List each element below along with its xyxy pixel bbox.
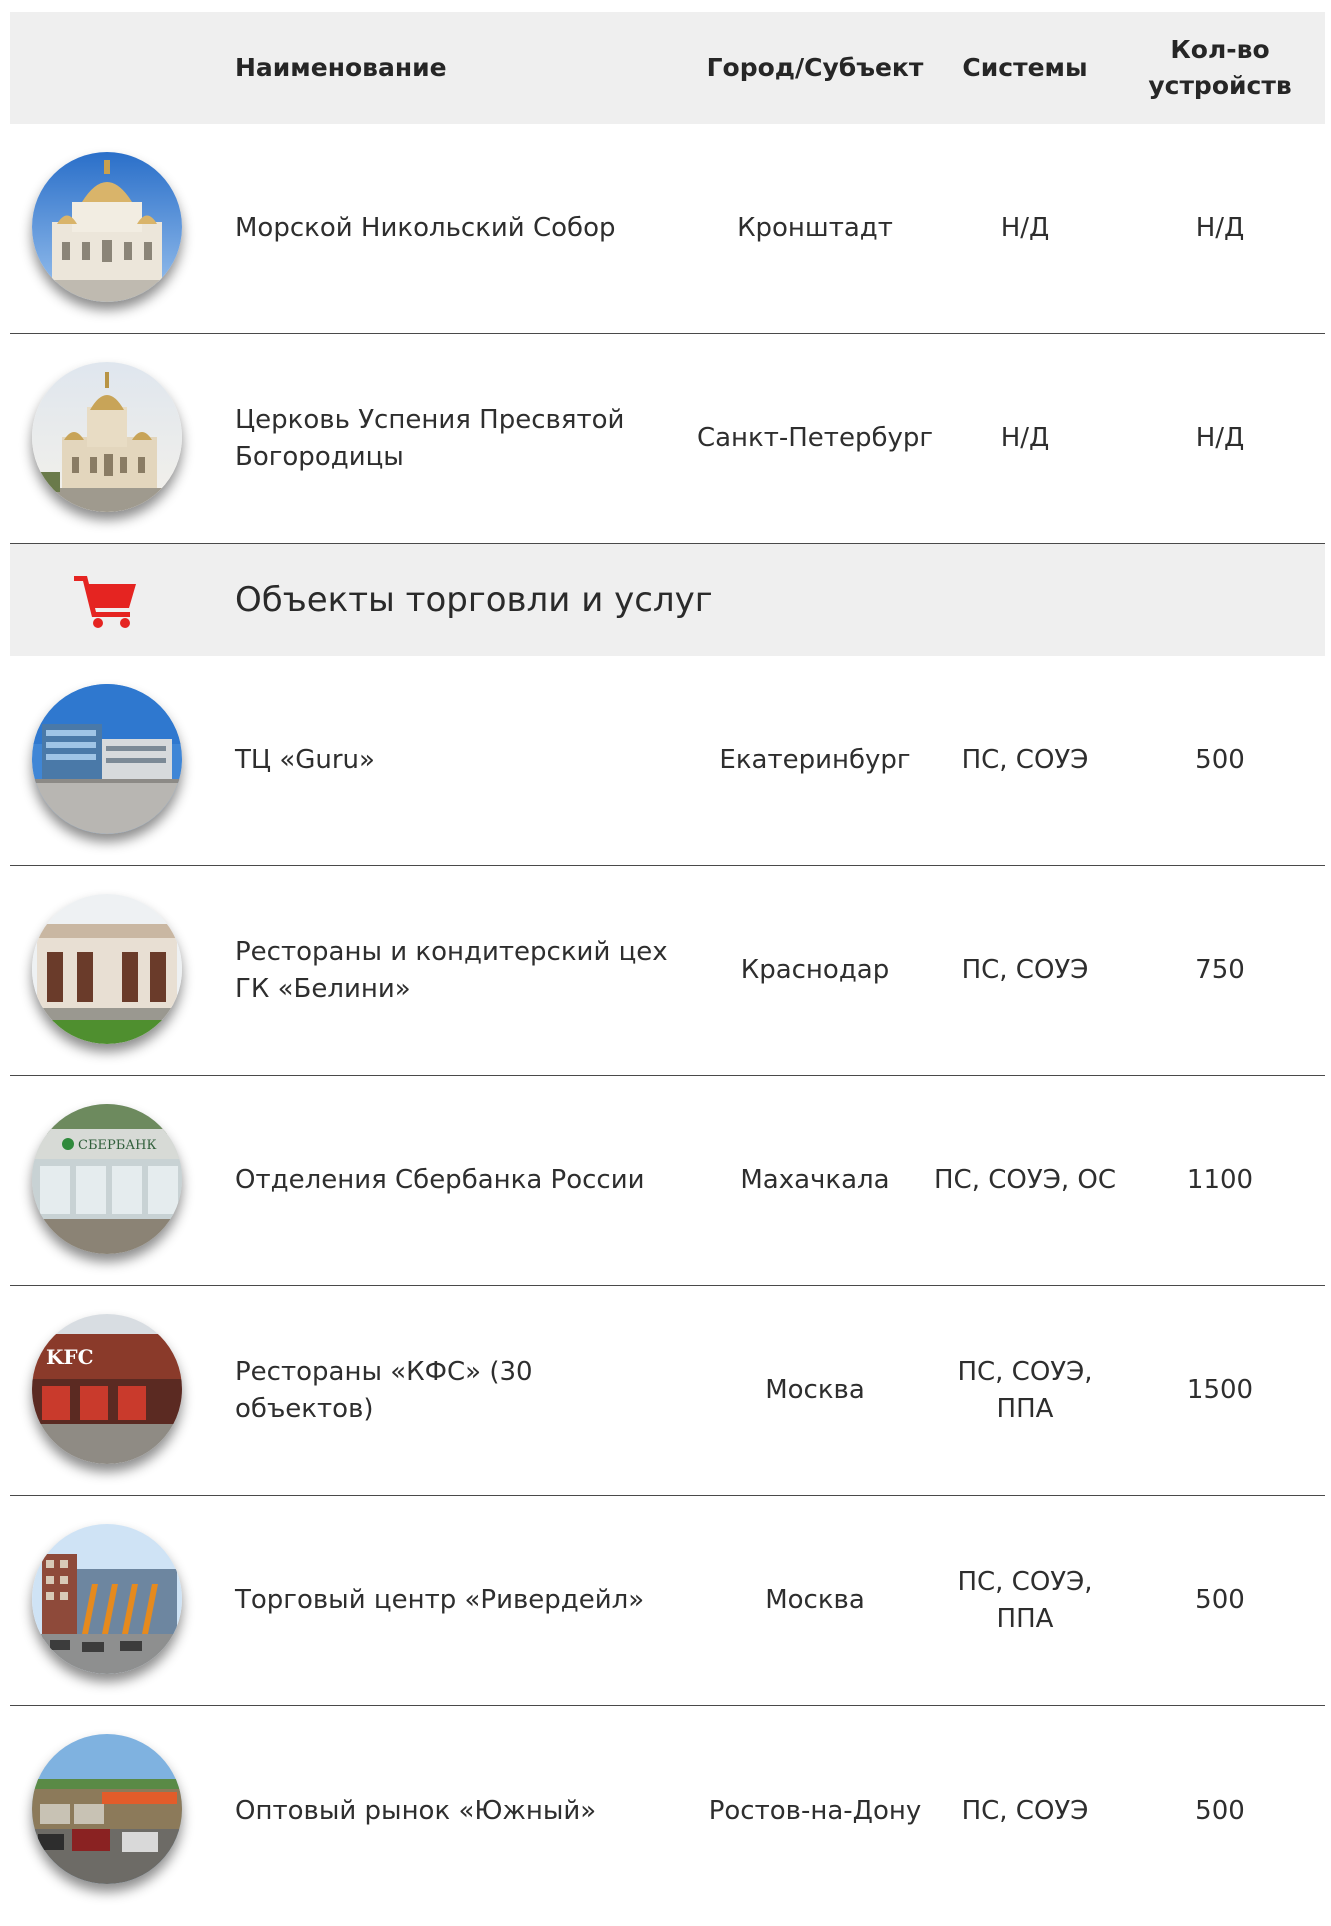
row-name: Отделения Сбербанка России	[235, 1165, 645, 1195]
table-row: Рестораны и кондитерский цех ГК «Белини»…	[10, 866, 1325, 1076]
row-count: 500	[1195, 1795, 1245, 1826]
row-systems: Н/Д	[1000, 213, 1050, 243]
header-name: Наименование	[235, 53, 447, 82]
row-name: Рестораны «КФС» (30 объектов)	[235, 1356, 533, 1424]
row-name: Церковь Успения Пресвятой Богородицы	[235, 404, 625, 472]
table-row: Оптовый рынок «Южный» Ростов-на-Дону ПС,…	[10, 1706, 1325, 1916]
header-count-line1: Кол-во	[1170, 35, 1270, 64]
row-city: Санкт-Петербург	[696, 423, 934, 453]
row-count: Н/Д	[1195, 213, 1245, 243]
row-systems: ПС, СОУЭ	[961, 1795, 1089, 1826]
table-header: Наименование Город/Субъект Системы Кол-в…	[10, 12, 1325, 124]
row-systems: ПС, СОУЭ, ППА	[957, 1566, 1093, 1634]
riverdale-photo	[32, 1524, 182, 1674]
row-city: Екатеринбург	[719, 745, 911, 775]
row-name: Оптовый рынок «Южный»	[235, 1795, 597, 1826]
row-city: Ростов-на-Дону	[708, 1795, 922, 1826]
cathedral-photo	[32, 152, 182, 302]
header-count: Кол-во устройств	[1120, 12, 1320, 124]
row-systems: Н/Д	[1000, 423, 1050, 453]
row-city: Москва	[765, 1375, 865, 1405]
row-count: 1500	[1186, 1375, 1254, 1405]
row-systems: ПС, СОУЭ	[961, 955, 1089, 985]
row-name: ТЦ «Guru»	[235, 745, 375, 775]
row-name: Морской Никольский Собор	[235, 213, 616, 243]
bank-sign-text: СБЕРБАНК	[78, 1138, 157, 1153]
row-count: 1100	[1186, 1165, 1254, 1195]
table-row: Морской Никольский Собор Кронштадт Н/Д Н…	[10, 124, 1325, 334]
table-row: Церковь Успения Пресвятой Богородицы Сан…	[10, 334, 1325, 544]
objects-table: Наименование Город/Субъект Системы Кол-в…	[10, 12, 1325, 1916]
kfc-sign-text: KFC	[46, 1345, 94, 1369]
kfc-photo: KFC	[32, 1314, 182, 1464]
table-row: СБЕРБАНК Отделения Сбербанка России Маха…	[10, 1076, 1325, 1286]
row-city: Махачкала	[740, 1165, 890, 1195]
row-count: 750	[1195, 955, 1245, 985]
row-systems: ПС, СОУЭ, ППА	[957, 1356, 1093, 1424]
restaurant-photo	[32, 894, 182, 1044]
row-name: Рестораны и кондитерский цех ГК «Белини»	[235, 936, 668, 1004]
mall-photo	[32, 684, 182, 834]
header-systems: Системы	[962, 53, 1088, 82]
row-name: Торговый центр «Ривердейл»	[235, 1585, 645, 1615]
row-city: Краснодар	[740, 955, 890, 985]
bank-photo: СБЕРБАНК	[32, 1104, 182, 1254]
section-header: Объекты торговли и услуг	[10, 544, 1325, 656]
header-city: Город/Субъект	[706, 53, 924, 82]
row-city: Кронштадт	[737, 213, 893, 243]
table-row: Торговый центр «Ривердейл» Москва ПС, СО…	[10, 1496, 1325, 1706]
church-photo	[32, 362, 182, 512]
shopping-cart-icon	[74, 572, 138, 628]
row-count: Н/Д	[1195, 423, 1245, 453]
header-count-line2: устройств	[1148, 71, 1292, 100]
row-systems: ПС, СОУЭ	[961, 745, 1089, 775]
table-row: ТЦ «Guru» Екатеринбург ПС, СОУЭ 500	[10, 656, 1325, 866]
section-title: Объекты торговли и услуг	[235, 580, 713, 620]
row-count: 500	[1195, 745, 1245, 775]
row-city: Москва	[765, 1585, 865, 1615]
row-count: 500	[1195, 1585, 1245, 1615]
table-row: KFC Рестораны «КФС» (30 объектов) Москва…	[10, 1286, 1325, 1496]
market-photo	[32, 1734, 182, 1884]
row-systems: ПС, СОУЭ, ОС	[934, 1165, 1116, 1195]
